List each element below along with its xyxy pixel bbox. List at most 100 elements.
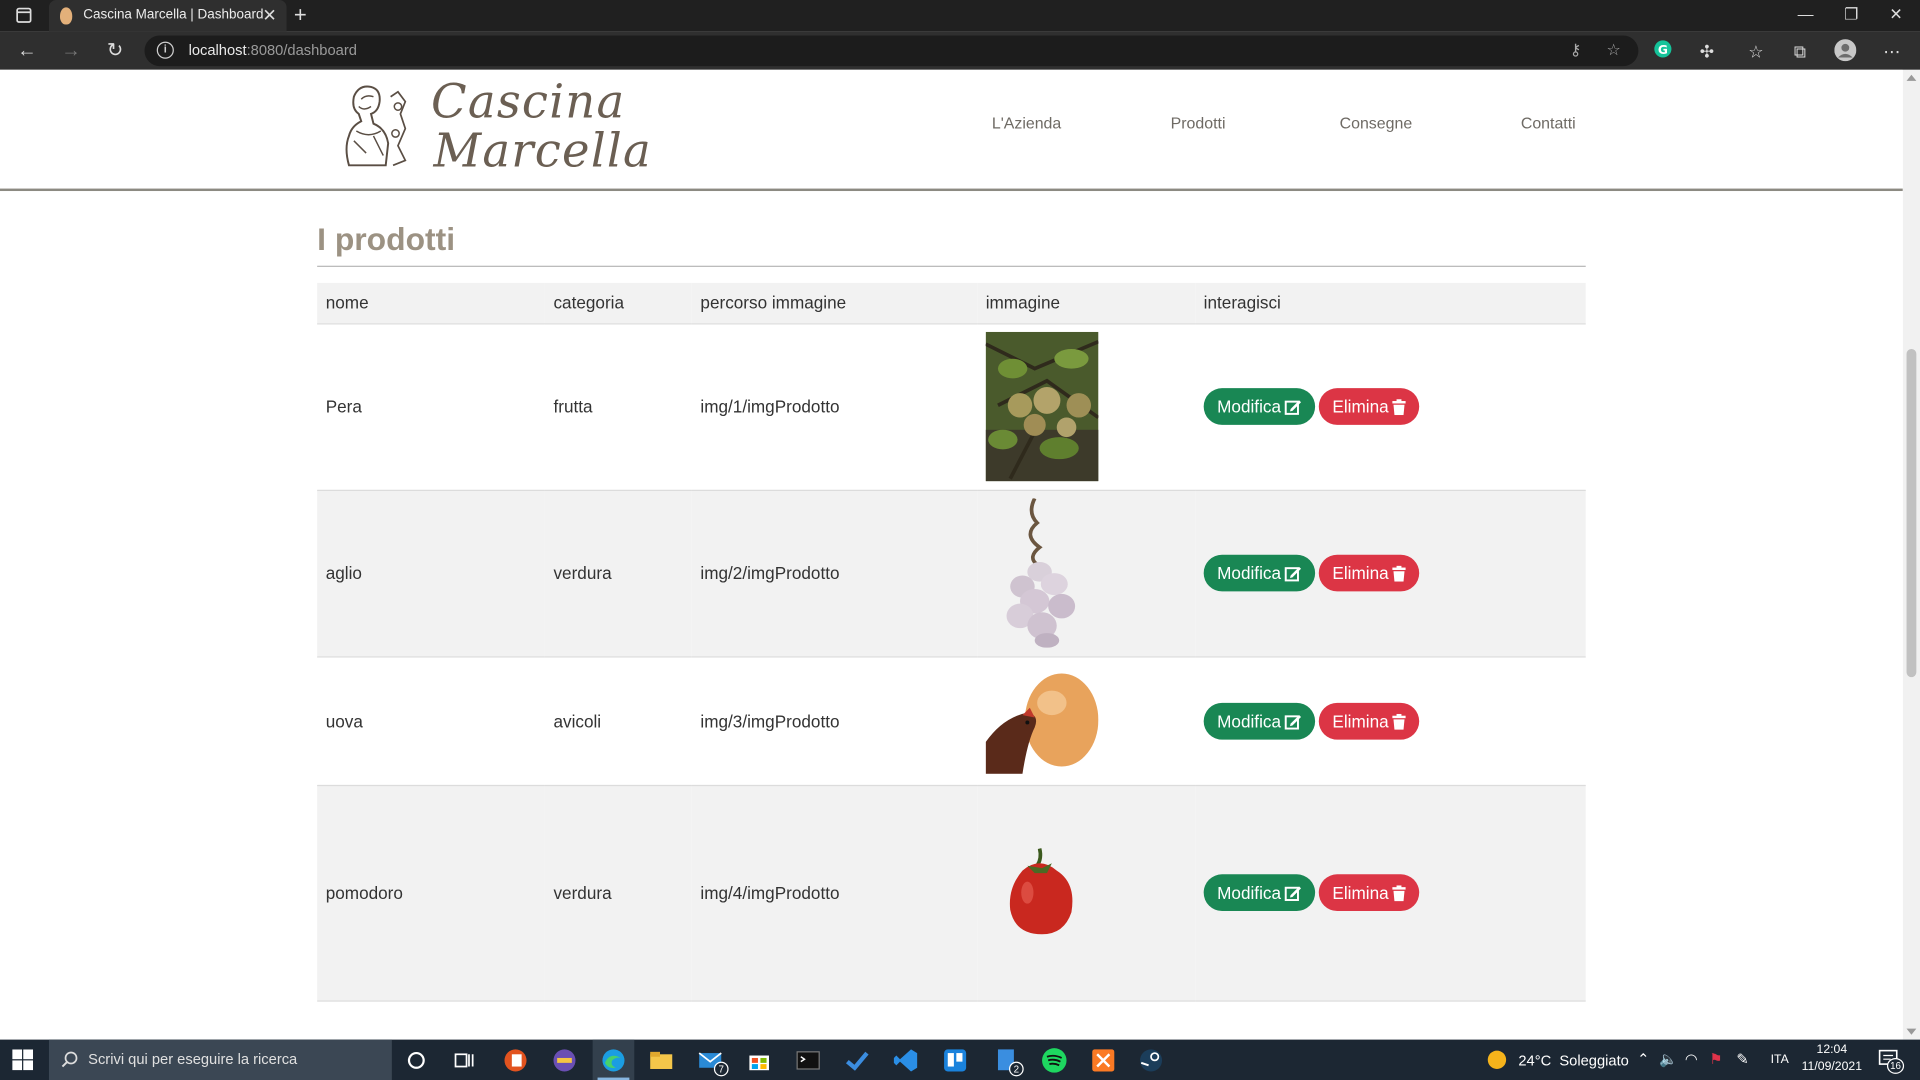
edge-taskbar-button[interactable] — [592, 1039, 635, 1080]
page-scrollbar[interactable] — [1902, 69, 1920, 1040]
clock-date: 11/09/2021 — [1801, 1060, 1863, 1074]
tab-title: Cascina Marcella | Dashboard — [83, 7, 264, 23]
scroll-thumb[interactable] — [1906, 348, 1917, 678]
xampp-control-icon[interactable] — [551, 1047, 578, 1074]
notification-center-button[interactable]: 16 — [1878, 1048, 1905, 1074]
cell-immagine — [977, 323, 1196, 491]
windows-start-icon[interactable] — [12, 1049, 34, 1071]
restore-icon[interactable]: ❐ — [1844, 5, 1858, 25]
cell-immagine — [977, 656, 1196, 786]
files-app-button[interactable]: 2 — [994, 1047, 1024, 1077]
farmer-logo-icon[interactable] — [336, 79, 413, 171]
terminal-icon[interactable] — [795, 1047, 822, 1074]
clock-time: 12:04 — [1816, 1043, 1848, 1057]
delete-button[interactable]: Elimina — [1318, 874, 1420, 912]
close-window-icon[interactable]: ✕ — [1889, 5, 1902, 25]
weather-text[interactable]: 24°C Soleggiato — [1518, 1052, 1628, 1069]
site-logo-text[interactable]: Cascina Marcella — [431, 77, 652, 175]
steam-icon[interactable] — [1138, 1047, 1165, 1074]
site-info-icon[interactable]: i — [156, 41, 174, 59]
wifi-icon[interactable]: ◠ — [1685, 1051, 1698, 1068]
minimize-icon[interactable]: — — [1798, 5, 1814, 25]
edge-icon — [602, 1049, 625, 1072]
extensions-icon[interactable]: ✣ — [1695, 39, 1719, 63]
tab-actions-icon[interactable] — [10, 6, 37, 26]
address-bar[interactable]: i localhost:8080/dashboard ⚷ ☆ — [144, 35, 1639, 67]
nav-link-contatti[interactable]: Contatti — [1521, 114, 1576, 132]
grammarly-icon[interactable]: G — [1651, 39, 1675, 63]
search-placeholder: Scrivi qui per eseguire la ricerca — [88, 1050, 298, 1068]
office-app-icon[interactable] — [502, 1047, 529, 1074]
search-icon — [61, 1051, 78, 1068]
scroll-down-icon[interactable] — [1906, 1028, 1917, 1035]
garlic-bunch-photo — [1006, 498, 1076, 648]
svg-text:G: G — [1658, 43, 1668, 57]
cortana-icon[interactable] — [403, 1047, 430, 1074]
key-icon[interactable]: ⚷ — [1570, 40, 1582, 60]
table-header-row: nome categoria percorso immagine immagin… — [317, 282, 1586, 324]
files-badge: 2 — [1008, 1061, 1024, 1077]
trello-icon[interactable] — [942, 1047, 969, 1074]
show-hidden-icons-icon[interactable]: ⌃ — [1637, 1051, 1649, 1068]
column-header-nome: nome — [317, 282, 545, 324]
edit-icon — [1284, 714, 1302, 729]
url-path: :8080/dashboard — [246, 41, 357, 59]
scroll-up-icon[interactable] — [1906, 74, 1917, 81]
pen-icon[interactable]: ✎ — [1736, 1051, 1748, 1068]
egg-favicon-icon — [60, 7, 73, 25]
task-view-icon[interactable] — [451, 1047, 478, 1074]
nav-link-azienda[interactable]: L'Azienda — [992, 114, 1061, 132]
tab-close-icon[interactable]: ✕ — [262, 5, 276, 25]
cell-interagisci: Modifica Elimina — [1195, 784, 1586, 1002]
trash-icon — [1392, 565, 1406, 582]
reload-icon[interactable]: ↻ — [102, 38, 129, 65]
app-tray-icon[interactable]: ⚑ — [1709, 1051, 1722, 1068]
logo-line-2: Marcella — [433, 123, 653, 178]
edit-button-label: Modifica — [1217, 710, 1281, 731]
column-header-percorso: percorso immagine — [691, 282, 978, 324]
favorites-icon[interactable]: ☆ — [1744, 39, 1768, 63]
add-favorite-icon[interactable]: ☆ — [1607, 40, 1621, 60]
table-row: Pera frutta img/1/imgProdotto Modifica E… — [317, 323, 1586, 491]
table-row: aglio verdura img/2/imgProdotto Modifica… — [317, 489, 1586, 657]
delete-button[interactable]: Elimina — [1318, 702, 1420, 739]
browser-tab-active[interactable]: Cascina Marcella | Dashboard ✕ — [48, 0, 287, 32]
cell-nome: pomodoro — [317, 784, 545, 1002]
edit-button[interactable]: Modifica — [1203, 874, 1316, 912]
todo-app-icon[interactable] — [844, 1047, 871, 1074]
hen-egg-photo — [985, 672, 1099, 774]
clock[interactable]: 12:04 11/09/2021 — [1798, 1042, 1867, 1076]
cell-interagisci: Modifica Elimina — [1195, 323, 1586, 491]
volume-icon[interactable]: 🔈 — [1659, 1051, 1677, 1068]
more-menu-icon[interactable]: ⋯ — [1880, 39, 1904, 63]
language-indicator[interactable]: ITA — [1771, 1053, 1789, 1066]
collections-icon[interactable]: ⧉ — [1788, 39, 1812, 63]
cell-percorso: img/4/imgProdotto — [691, 784, 978, 1002]
cell-categoria: verdura — [544, 784, 692, 1002]
file-explorer-icon[interactable] — [648, 1047, 675, 1074]
delete-button[interactable]: Elimina — [1318, 554, 1420, 592]
store-icon[interactable] — [746, 1047, 773, 1074]
taskbar-search-input[interactable]: Scrivi qui per eseguire la ricerca — [48, 1039, 392, 1080]
url-text[interactable]: localhost:8080/dashboard — [189, 42, 357, 59]
edit-icon — [1284, 566, 1302, 582]
nav-link-consegne[interactable]: Consegne — [1340, 114, 1413, 132]
forward-icon[interactable]: → — [58, 38, 85, 65]
delete-button[interactable]: Elimina — [1318, 388, 1420, 425]
browser-tab-bar: Cascina Marcella | Dashboard ✕ + — ❐ ✕ — [0, 0, 1920, 32]
edit-button[interactable]: Modifica — [1203, 702, 1316, 739]
xampp-icon[interactable] — [1090, 1047, 1117, 1074]
vscode-icon[interactable] — [893, 1047, 920, 1074]
mail-app-button[interactable]: 7 — [697, 1047, 729, 1077]
new-tab-icon[interactable]: + — [294, 2, 307, 26]
back-icon[interactable]: ← — [13, 38, 40, 65]
profile-avatar-icon[interactable] — [1833, 39, 1857, 63]
spotify-icon[interactable] — [1041, 1047, 1068, 1074]
edit-button[interactable]: Modifica — [1203, 554, 1316, 592]
edit-button[interactable]: Modifica — [1203, 388, 1316, 425]
url-host: localhost — [188, 41, 247, 59]
nav-link-prodotti[interactable]: Prodotti — [1171, 114, 1226, 132]
sun-weather-icon[interactable] — [1487, 1049, 1508, 1070]
delete-button-label: Elimina — [1332, 882, 1389, 903]
column-header-categoria: categoria — [544, 282, 692, 324]
